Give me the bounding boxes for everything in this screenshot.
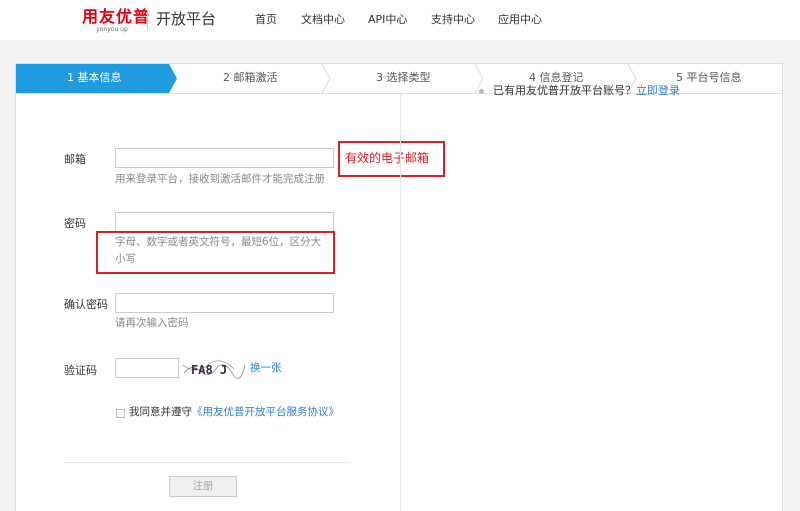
platform-title: 开放平台 (156, 10, 217, 28)
nav-support[interactable]: 支持中心 (431, 12, 498, 28)
bullet-icon (479, 89, 484, 94)
confirm-password-hint: 请再次输入密码 (115, 317, 189, 329)
existing-account-text: 已有用友优普开放平台账号？ (493, 84, 636, 97)
captcha-text: FA8 J (191, 363, 227, 377)
login-link[interactable]: 立即登录 (636, 84, 680, 97)
top-header: 用友优普 yonyou up 开放平台 首页 文档中心 API中心 支持中心 应… (0, 0, 800, 40)
brand-logo[interactable]: 用友优普 yonyou up (82, 7, 151, 34)
email-annotation: 有效的电子邮箱 (345, 151, 430, 165)
form-divider (64, 462, 350, 463)
agreement-checkbox[interactable] (116, 409, 125, 418)
password-annotation-box (96, 231, 335, 274)
password-input[interactable] (115, 212, 334, 232)
captcha-image[interactable]: FA8 J (182, 359, 246, 379)
confirm-password-label: 确认密码 (64, 298, 108, 311)
captcha-refresh-link[interactable]: 换一张 (250, 361, 282, 375)
captcha-label: 验证码 (64, 364, 97, 377)
password-label: 密码 (64, 217, 86, 230)
agreement-prefix: 我同意并遵守 (129, 406, 192, 418)
register-button[interactable]: 注册 (169, 476, 237, 497)
nav-apps[interactable]: 应用中心 (498, 12, 542, 28)
email-input[interactable] (115, 148, 334, 168)
registration-card: 1 基本信息 2 邮箱激活 3 选择类型 4 信息登记 5 平台号信息 邮箱 用… (15, 63, 783, 511)
captcha-input[interactable] (115, 358, 179, 378)
main-nav: 首页 文档中心 API中心 支持中心 应用中心 (255, 12, 542, 28)
agreement-link[interactable]: 《用友优普开放平台服务协议》 (192, 406, 339, 418)
column-divider (400, 93, 401, 511)
step-3-label: 3 选择类型 (376, 71, 431, 84)
logo-subtext: yonyou up (96, 26, 128, 33)
nav-api[interactable]: API中心 (368, 12, 431, 28)
step-2-label: 2 邮箱激活 (223, 71, 278, 84)
step-divider-2 (321, 64, 331, 93)
email-hint: 用来登录平台，接收到激活邮件才能完成注册 (115, 173, 325, 185)
email-label: 邮箱 (64, 153, 86, 166)
nav-home[interactable]: 首页 (255, 12, 301, 28)
agreement-text: 我同意并遵守《用友优普开放平台服务协议》 (116, 404, 356, 421)
step-4-label: 4 信息登记 (529, 71, 584, 84)
confirm-password-input[interactable] (115, 293, 334, 313)
step-5-label: 5 平台号信息 (676, 71, 742, 84)
nav-docs[interactable]: 文档中心 (301, 12, 368, 28)
existing-account-prompt: 已有用友优普开放平台账号？立即登录 (493, 84, 680, 98)
logo-text: 用友优普 (82, 7, 151, 26)
logo-separator (147, 10, 148, 30)
step-1-label: 1 基本信息 (67, 71, 122, 84)
